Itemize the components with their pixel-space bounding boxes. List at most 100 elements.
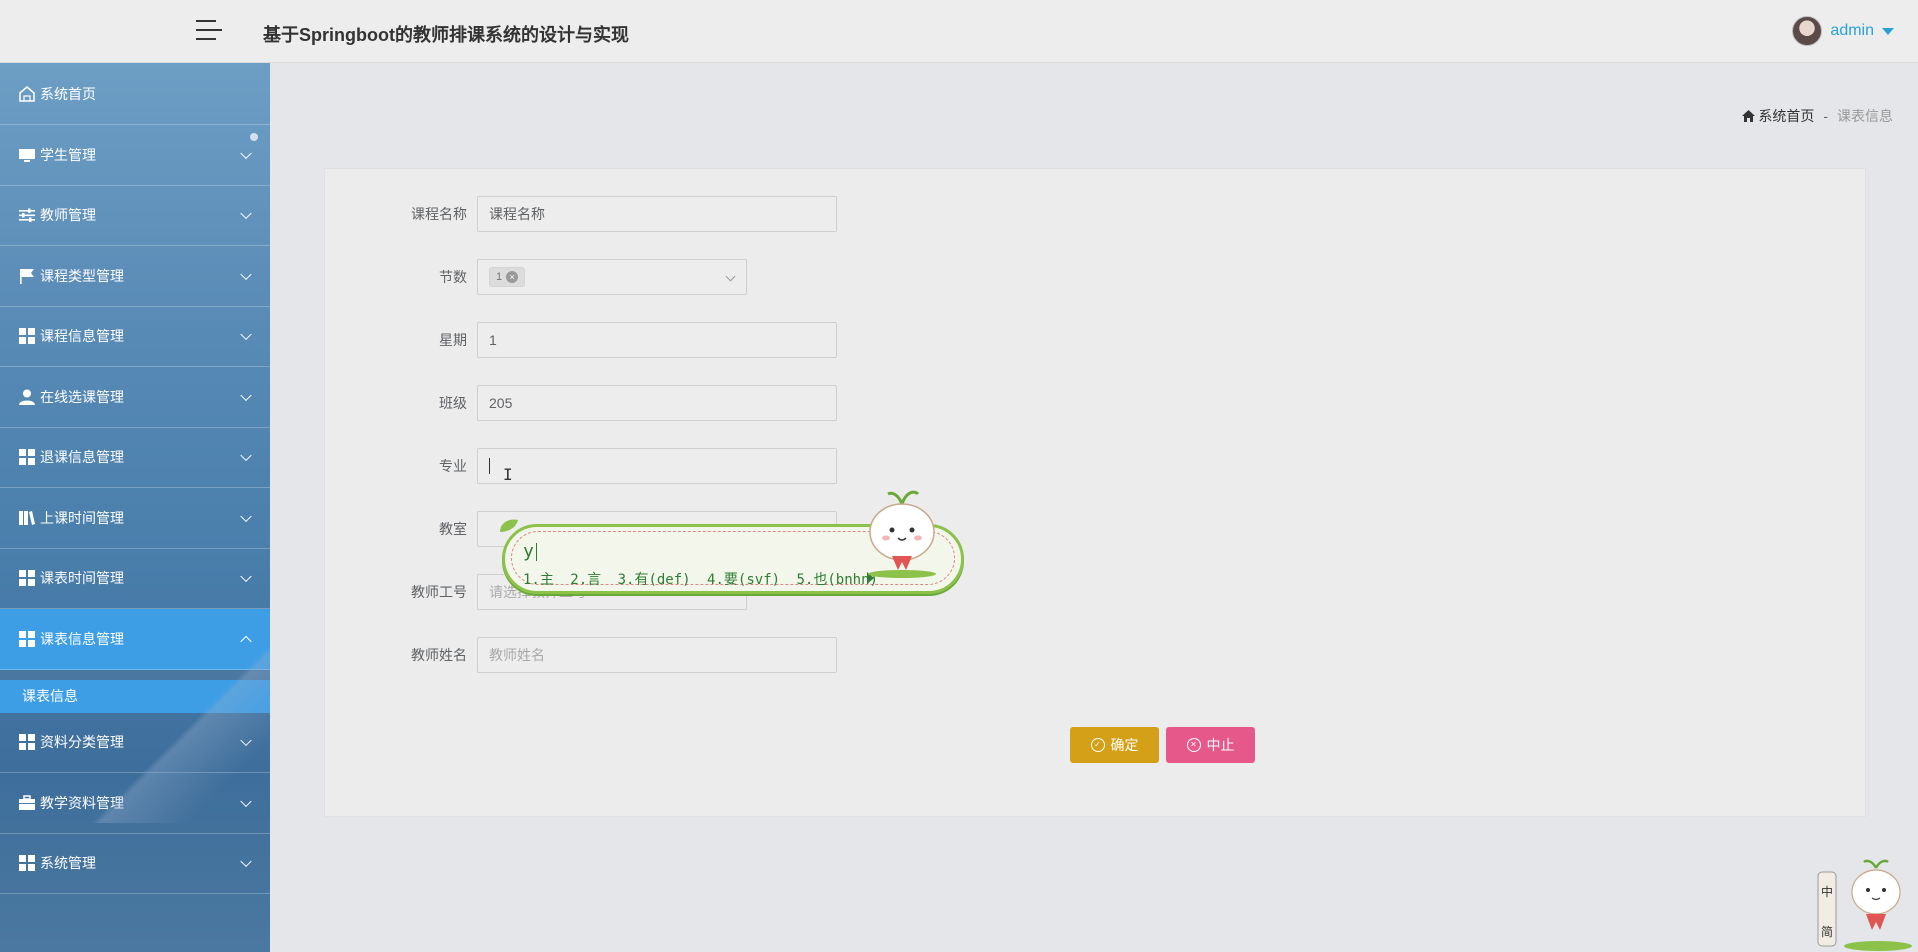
sidebar-item-students[interactable]: 学生管理 — [0, 125, 270, 186]
grid-icon — [18, 630, 36, 648]
user-name[interactable]: admin — [1830, 22, 1874, 40]
close-circle-icon: ✕ — [1186, 738, 1201, 752]
major-input[interactable] — [477, 448, 837, 484]
sidebar-item-course-types[interactable]: 课程类型管理 — [0, 246, 270, 307]
menu-toggle-icon[interactable] — [196, 20, 222, 42]
class-label: 班级 — [439, 395, 467, 411]
classroom-label: 教室 — [439, 521, 467, 537]
sidebar-item-schedule-info[interactable]: 课表信息管理 — [0, 609, 270, 670]
stop-button-label: 中止 — [1206, 737, 1235, 753]
sidebar-item-label: 课表信息管理 — [40, 630, 124, 647]
chevron-down-icon — [240, 268, 252, 280]
sidebar-item-teaching-materials[interactable]: 教学资料管理 — [0, 773, 270, 834]
ime-candidate[interactable]: 1.主 — [523, 572, 554, 588]
confirm-button-label: 确定 — [1110, 737, 1139, 753]
major-row: 专业 — [325, 448, 837, 484]
sidebar-item-label: 在线选课管理 — [40, 388, 124, 405]
course-name-input[interactable]: 课程名称 — [477, 196, 837, 232]
ime-composition: y — [523, 541, 537, 562]
sidebar-item-schedule-time[interactable]: 课表时间管理 — [0, 549, 270, 609]
briefcase-icon — [18, 794, 36, 812]
periods-select[interactable]: 1 × — [477, 259, 747, 295]
sidebar-item-label: 退课信息管理 — [40, 449, 124, 466]
grid-icon — [18, 327, 36, 345]
grid-icon — [18, 569, 36, 587]
periods-tag: 1 × — [489, 267, 526, 287]
sidebar-item-drop-course[interactable]: 退课信息管理 — [0, 428, 270, 488]
app-title: 基于Springboot的教师排课系统的设计与实现 — [263, 25, 629, 45]
sidebar-item-teachers[interactable]: 教师管理 — [0, 186, 270, 246]
periods-label: 节数 — [439, 269, 467, 285]
breadcrumb-home[interactable]: 系统首页 — [1742, 106, 1814, 126]
teacher-name-label: 教师姓名 — [411, 647, 467, 663]
sidebar-item-label: 资料分类管理 — [40, 734, 124, 751]
chevron-down-icon — [240, 570, 252, 583]
periods-row: 节数 1 × — [325, 259, 747, 295]
sidebar-item-material-category[interactable]: 资料分类管理 — [0, 713, 270, 773]
grid-icon — [18, 854, 36, 872]
chevron-down-icon — [240, 510, 252, 522]
text-caret — [489, 458, 490, 474]
sidebar-item-label: 教学资料管理 — [40, 794, 124, 811]
stop-button[interactable]: ✕ 中止 — [1166, 727, 1255, 763]
sidebar-item-class-time[interactable]: 上课时间管理 — [0, 488, 270, 549]
breadcrumb-separator: - — [1823, 108, 1828, 124]
submenu-divider — [0, 669, 270, 680]
chevron-down-icon — [240, 855, 252, 868]
mascot-icon — [868, 490, 936, 578]
grid-icon — [18, 733, 36, 751]
breadcrumb-current: 课表信息 — [1837, 108, 1893, 124]
sidebar-item-label: 教师管理 — [40, 207, 96, 224]
sidebar-item-label: 课程信息管理 — [40, 328, 124, 345]
book-icon — [18, 509, 36, 527]
sidebar-item-course-info[interactable]: 课程信息管理 — [0, 307, 270, 367]
leaf-icon — [500, 519, 518, 532]
chevron-down-icon — [240, 207, 252, 220]
ime-candidate-list[interactable]: 1.主 2.言 3.有(def) 4.要(svf) 5.也(bnhn) — [523, 569, 886, 589]
chevron-down-icon — [240, 328, 252, 341]
close-icon[interactable]: × — [506, 271, 519, 283]
user-menu[interactable]: admin — [1792, 16, 1894, 46]
sliders-icon — [18, 206, 36, 224]
ime-candidate[interactable]: 4.要(svf) — [707, 572, 780, 588]
chevron-down-icon — [240, 147, 252, 159]
ime-candidate[interactable]: 2.言 — [570, 572, 601, 588]
chevron-up-icon — [240, 635, 252, 647]
corner-mascot-icon[interactable]: 中 简 — [1816, 858, 1916, 952]
ime-candidate[interactable]: 3.有(def) — [618, 572, 691, 588]
confirm-button[interactable]: ✓ 确定 — [1070, 727, 1159, 763]
sidebar-item-label: 课表时间管理 — [40, 570, 124, 587]
sidebar-item-online-selection[interactable]: 在线选课管理 — [0, 367, 270, 428]
teacher-name-input[interactable]: 教师姓名 — [477, 637, 837, 673]
monitor-icon — [18, 146, 36, 164]
breadcrumb: 系统首页 - 课表信息 — [1742, 106, 1893, 126]
svg-text:简: 简 — [1821, 925, 1833, 939]
teacher-name-row: 教师姓名 教师姓名 — [325, 637, 837, 673]
class-row: 班级 205 — [325, 385, 837, 421]
home-icon — [1742, 110, 1756, 122]
ime-composition-text: y — [523, 541, 534, 562]
chevron-down-icon — [240, 795, 252, 807]
home-icon — [18, 85, 36, 103]
ibeam-cursor-icon: I — [503, 465, 513, 484]
class-input[interactable]: 205 — [477, 385, 837, 421]
breadcrumb-home-label[interactable]: 系统首页 — [1758, 106, 1814, 126]
major-label: 专业 — [439, 458, 467, 474]
sidebar-item-home[interactable]: 系统首页 — [0, 63, 270, 125]
avatar[interactable] — [1792, 16, 1823, 46]
sidebar: 系统首页 学生管理 教师管理 课程类型管理 课程信息管理 在线选课管理 退课信息… — [0, 63, 270, 952]
weekday-input[interactable]: 1 — [477, 322, 837, 358]
caret-down-icon[interactable] — [1882, 27, 1894, 35]
flag-icon — [18, 267, 36, 285]
sidebar-item-system[interactable]: 系统管理 — [0, 834, 270, 894]
top-header: 基于Springboot的教师排课系统的设计与实现 admin — [0, 0, 1918, 63]
ime-candidate-window[interactable]: y 1.主 2.言 3.有(def) 4.要(svf) 5.也(bnhn) — [500, 490, 966, 596]
chevron-down-icon — [240, 734, 252, 747]
submenu-item-schedule-info[interactable]: 课表信息 — [0, 679, 270, 713]
course-name-row: 课程名称 课程名称 — [325, 196, 837, 232]
svg-text:中: 中 — [1821, 884, 1833, 899]
course-name-label: 课程名称 — [411, 206, 467, 222]
weekday-row: 星期 1 — [325, 322, 837, 358]
chevron-down-icon — [240, 389, 252, 401]
chevron-down-icon — [240, 449, 252, 462]
